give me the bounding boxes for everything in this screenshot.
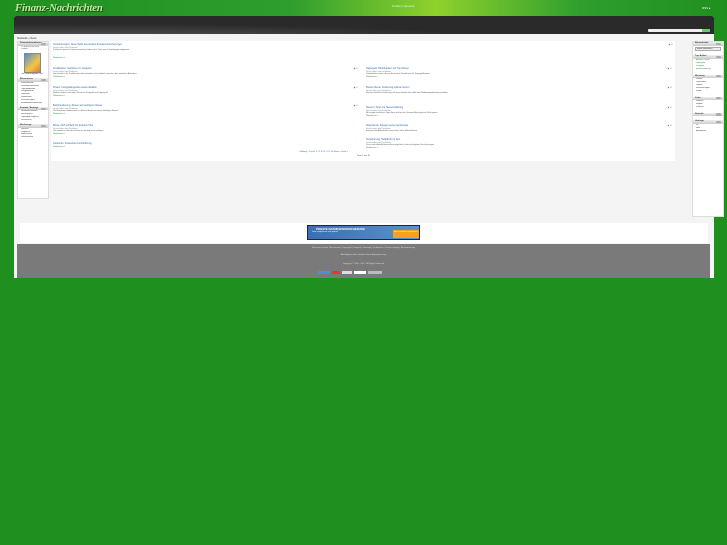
search-input[interactable] bbox=[648, 29, 710, 32]
badge-icon[interactable] bbox=[354, 271, 366, 274]
read-more-link[interactable]: Weiterlesen » bbox=[366, 76, 672, 79]
read-more-link[interactable]: Weiterlesen » bbox=[366, 115, 672, 118]
article-text: Wer die staatliche Förderung voll aussch… bbox=[366, 92, 449, 95]
right-box-title: Werbung bbox=[693, 74, 723, 79]
print-icon[interactable]: ▣ ✉ bbox=[667, 87, 672, 90]
rss-link[interactable]: RSS ▸ bbox=[702, 6, 711, 10]
toggle-icon[interactable] bbox=[716, 113, 721, 116]
search-button[interactable] bbox=[702, 29, 710, 32]
read-more-link[interactable]: Weiterlesen » bbox=[53, 95, 358, 98]
print-icon[interactable]: ▣ ✉ bbox=[667, 125, 672, 128]
toggle-icon[interactable] bbox=[41, 78, 46, 82]
right-box-title: Statistik bbox=[693, 112, 723, 117]
article-item: Börse: DAX schließt mit leichtem Plus Ge… bbox=[53, 124, 358, 136]
badge-icon[interactable] bbox=[368, 271, 382, 274]
toggle-icon[interactable] bbox=[716, 120, 721, 124]
footer-disclaimer: Alle Angaben ohne Gewähr. Keine Anlagebe… bbox=[340, 254, 387, 256]
ad-button[interactable]: Hier kostenlos vergleichen bbox=[393, 230, 419, 238]
read-more-link[interactable]: Weiterlesen » bbox=[53, 113, 358, 116]
main-column: Versicherungen: Neue Tarife bei privaten… bbox=[51, 41, 675, 161]
language-link[interactable]: Français bbox=[693, 106, 723, 109]
top-links[interactable]: Kontakt | Impressum bbox=[392, 5, 415, 8]
contact-box-title: Kontakt / Anfrage bbox=[18, 106, 48, 111]
toggle-icon[interactable] bbox=[41, 124, 46, 127]
print-icon[interactable]: ▣ ✉ bbox=[668, 44, 673, 47]
article-item: Kreditkarten: Gebühren im Vergleich Gesc… bbox=[53, 67, 358, 79]
left-link[interactable]: Devisenkurse bbox=[18, 136, 48, 139]
partner-box-title: Börsenforen bbox=[18, 78, 48, 82]
header-swoosh bbox=[14, 16, 714, 34]
breadcrumb[interactable]: Startseite » News bbox=[17, 37, 37, 40]
print-icon[interactable]: ▣ ✉ bbox=[353, 68, 358, 71]
partner-badges bbox=[318, 271, 408, 274]
print-icon[interactable]: ▣ ✉ bbox=[353, 105, 358, 108]
toggle-icon[interactable] bbox=[41, 42, 46, 45]
print-icon[interactable]: ▣ ✉ bbox=[667, 68, 672, 71]
article-item: Baufinanzierung: Zinsen auf niedrigem Ni… bbox=[53, 104, 358, 116]
banner-area: PRIVATE KRANKENVERSICHERUNG Jetzt vergle… bbox=[20, 223, 708, 243]
left-link[interactable]: » News bbox=[18, 48, 48, 51]
article-item: Steuern: Tipps zur Steuererklärung Gesch… bbox=[366, 106, 672, 118]
read-more-link[interactable]: Weiterlesen » bbox=[366, 147, 672, 150]
toggle-icon[interactable] bbox=[716, 75, 721, 78]
article-item: Versicherung: Haftpflicht im Test Geschr… bbox=[366, 138, 672, 150]
toggle-icon[interactable] bbox=[716, 56, 721, 59]
read-more-link[interactable]: Weiterlesen » bbox=[53, 133, 358, 136]
left-sidebar: Finanzinformationen » Finanznachrichten … bbox=[17, 41, 49, 199]
article-item: Versicherungen: Neue Tarife bei privaten… bbox=[53, 43, 673, 52]
footer-copyright: Copyright © 2006 - 2007 - All Rights Res… bbox=[342, 263, 385, 265]
poll-button[interactable]: Abstimmen bbox=[693, 130, 723, 133]
article-text: Europäische Aktienfonds verzeichnen hohe… bbox=[366, 130, 418, 133]
advertisement-banner[interactable]: PRIVATE KRANKENVERSICHERUNG Jetzt vergle… bbox=[307, 225, 420, 240]
footer-links[interactable]: Finanznachrichten | Börsennews | Tagesge… bbox=[17, 247, 710, 249]
right-link[interactable]: Baufinanzierung bbox=[693, 68, 723, 71]
read-more-link[interactable]: Weiterlesen » bbox=[53, 57, 283, 60]
top-bar: Finanz-Nachrichten Kontakt | Impressum R… bbox=[0, 0, 727, 17]
read-more-link[interactable]: Weiterlesen » bbox=[53, 146, 358, 149]
right-box-title: Börsenbriefe bbox=[693, 42, 723, 46]
left-box-title: Finanzinformationen bbox=[18, 42, 48, 46]
right-sidebar: Börsenbriefe Börse auswählen Top-Artikel… bbox=[692, 41, 724, 217]
site-logo[interactable]: Finanz-Nachrichten bbox=[15, 2, 103, 14]
article-text: Zahlreiche private Krankenversicherer ha… bbox=[53, 49, 130, 52]
header-banner bbox=[14, 16, 714, 34]
right-box-title: Links bbox=[693, 96, 723, 101]
toggle-icon[interactable] bbox=[716, 97, 721, 100]
right-link[interactable]: Fonds bbox=[693, 90, 723, 93]
left-link[interactable]: Immobilienfinanzierung bbox=[18, 102, 48, 105]
badge-icon[interactable] bbox=[342, 271, 352, 274]
badge-icon[interactable] bbox=[332, 271, 340, 274]
print-icon[interactable]: ▣ ✉ bbox=[353, 87, 358, 90]
pagination[interactable]: « Anfang < Zurück 1 2 3 4 5 6 7 8 9 10 W… bbox=[299, 151, 348, 153]
article-item: Tagesgeld: Direktbanken mit Top-Zinsen G… bbox=[366, 67, 672, 79]
article-item: Zinsen: Festgeldangebote weiter attrakti… bbox=[53, 86, 358, 98]
article-item: Riester-Rente: Förderung optimal nutzen … bbox=[366, 86, 672, 95]
toggle-icon[interactable] bbox=[716, 42, 721, 45]
right-box-title: Top-Artikel bbox=[693, 55, 723, 59]
read-more-link[interactable]: Weiterlesen » bbox=[53, 76, 358, 79]
select-dropdown[interactable]: Börse auswählen bbox=[695, 46, 721, 52]
ad-subtitle: Jetzt vergleichen und sparen! bbox=[312, 231, 339, 233]
toggle-icon[interactable] bbox=[41, 107, 46, 110]
article-item: Weiterlesen » bbox=[53, 57, 283, 60]
article-item: Girokonto: Kostenlose Kontoführung Weite… bbox=[53, 142, 358, 149]
right-box-title: Umfrage bbox=[693, 120, 723, 124]
page-count: Seite 1 von 48 bbox=[357, 155, 370, 157]
print-icon[interactable]: ▣ ✉ bbox=[667, 107, 672, 110]
left-link[interactable]: Zinsrechner bbox=[18, 119, 48, 122]
book-cover-image[interactable] bbox=[24, 53, 41, 74]
article-item: Aktienfonds: Anleger setzen auf Europa G… bbox=[366, 124, 672, 133]
badge-icon[interactable] bbox=[318, 271, 330, 274]
tools-box-title: Werkzeuge bbox=[18, 124, 48, 128]
book-caption: Der Finanzratgeber 2007 bbox=[21, 73, 44, 76]
